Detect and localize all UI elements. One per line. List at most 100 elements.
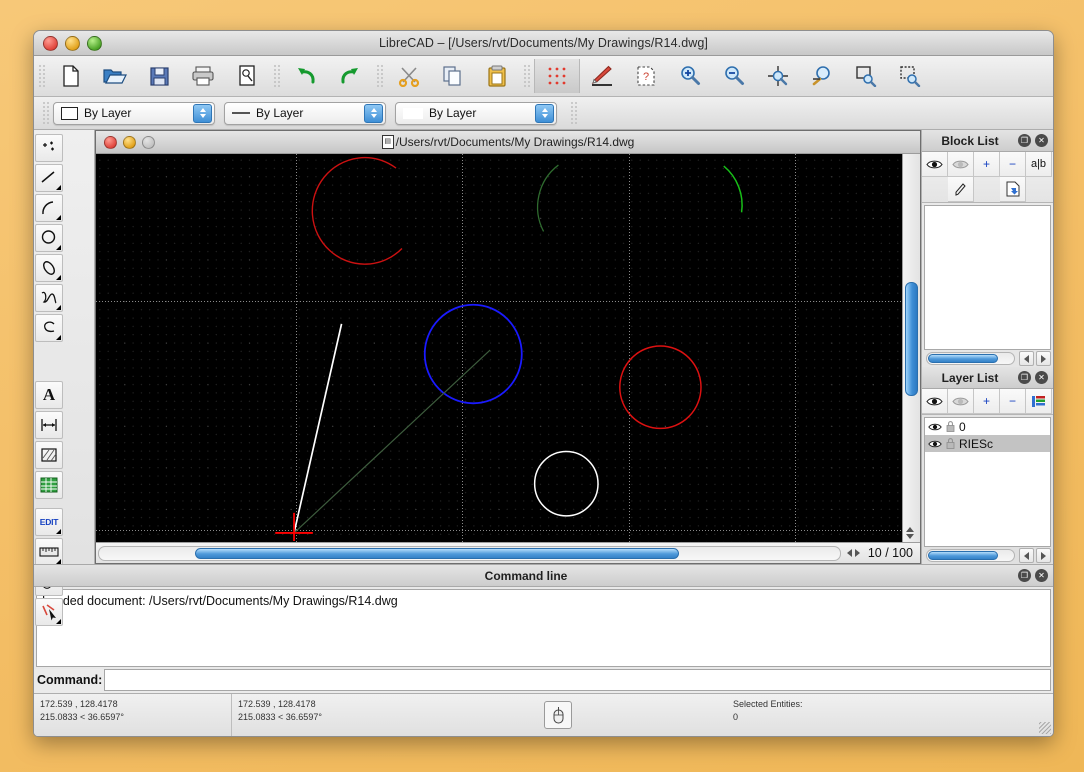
remove-layer-button[interactable]: − (1000, 389, 1026, 414)
layer-row-1[interactable]: RIESc (925, 435, 1050, 452)
hatch-tool-button[interactable] (35, 441, 63, 469)
layer-settings-button[interactable] (1026, 389, 1052, 414)
command-line-panel: Command line ❐ ✕ Loaded document: /Users… (34, 564, 1053, 693)
zoom-window-button[interactable] (844, 59, 888, 93)
line-type-combo[interactable]: By Layer (395, 101, 557, 125)
block-list-scroll-arrows[interactable] (1019, 351, 1051, 366)
edit-block-button[interactable] (948, 177, 974, 202)
canvas-horizontal-scrollbar[interactable]: 10 / 100 (96, 542, 920, 563)
undo-button[interactable] (284, 59, 328, 93)
add-layer-button[interactable]: + (974, 389, 1000, 414)
absolute-coordinates-cell: 172.539 , 128.4178 215.0833 < 36.6597° (34, 694, 231, 736)
vertical-scroll-thumb[interactable] (905, 282, 918, 396)
draw-pen-button[interactable] (580, 59, 624, 93)
layer-scroll-right[interactable] (1036, 548, 1051, 563)
white-circle (533, 450, 599, 517)
zoom-previous-button[interactable] (888, 59, 932, 93)
spline-tool-button[interactable] (35, 284, 63, 312)
save-file-button[interactable] (137, 59, 181, 93)
cut-button[interactable] (387, 59, 431, 93)
toolbar-grip-4[interactable] (522, 63, 531, 89)
layer-list-close-button[interactable]: ✕ (1035, 371, 1048, 384)
block-scroll-right[interactable] (1036, 351, 1051, 366)
open-file-button[interactable] (93, 59, 137, 93)
horizontal-scroll-arrows[interactable] (843, 549, 864, 557)
line-width-combo-arrows[interactable] (364, 103, 383, 123)
scroll-down-arrow[interactable] (906, 534, 914, 539)
vertical-scroll-arrows[interactable] (906, 525, 914, 541)
scroll-up-arrow[interactable] (906, 527, 914, 532)
command-line-close-button[interactable]: ✕ (1035, 569, 1048, 582)
line-width-combo[interactable]: By Layer (224, 101, 386, 125)
show-all-blocks-button[interactable] (922, 152, 948, 177)
zoom-auto-button[interactable] (756, 59, 800, 93)
arc-tool-button[interactable] (35, 194, 63, 222)
layer-list-scroll-arrows[interactable] (1019, 548, 1051, 563)
toggle-grid-button[interactable] (534, 59, 580, 93)
zoom-pan-button[interactable] (800, 59, 844, 93)
command-input[interactable] (104, 669, 1051, 691)
layer-color-combo[interactable]: By Layer (53, 101, 215, 125)
hide-all-layers-button[interactable] (948, 389, 974, 414)
show-all-layers-button[interactable] (922, 389, 948, 414)
insert-block-button[interactable] (1000, 177, 1026, 202)
layer-list-scroll-thumb[interactable] (927, 551, 998, 560)
resize-grip[interactable] (1039, 722, 1051, 734)
block-list-items[interactable] (924, 205, 1051, 350)
layer-color-combo-arrows[interactable] (193, 103, 212, 123)
table-tool-button[interactable] (35, 471, 63, 499)
point-tool-button[interactable] (35, 134, 63, 162)
layer-list-hscroll[interactable] (922, 547, 1053, 564)
layer-scroll-left[interactable] (1019, 548, 1034, 563)
paste-button[interactable] (475, 59, 519, 93)
block-list-scroll-track[interactable] (926, 352, 1015, 365)
scroll-right-arrow[interactable] (854, 549, 860, 557)
pick-tool-button[interactable] (35, 598, 63, 626)
toolbar-grip[interactable] (37, 63, 46, 89)
polyline-tool-button[interactable] (35, 314, 63, 342)
copy-button[interactable] (431, 59, 475, 93)
layer-list-scroll-track[interactable] (926, 549, 1015, 562)
toolbar-grip-2[interactable] (272, 63, 281, 89)
horizontal-scroll-track[interactable] (98, 545, 841, 561)
attrbar-grip[interactable] (41, 100, 50, 126)
submenu-indicator (56, 275, 61, 280)
selected-entities-count: 0 (733, 712, 739, 722)
modify-tool-button[interactable]: EDIT (35, 508, 63, 536)
drawing-canvas[interactable] (96, 154, 902, 542)
block-list-close-button[interactable]: ✕ (1035, 134, 1048, 147)
layer-list-float-button[interactable]: ❐ (1018, 371, 1031, 384)
block-list-float-button[interactable]: ❐ (1018, 134, 1031, 147)
remove-block-button[interactable]: − (1000, 152, 1026, 177)
circle-tool-button[interactable] (35, 224, 63, 252)
line-type-combo-arrows[interactable] (535, 103, 554, 123)
layer-row-0[interactable]: 0 (925, 418, 1050, 435)
print-preview-button[interactable] (225, 59, 269, 93)
rename-block-button[interactable]: a|b (1026, 152, 1052, 177)
print-button[interactable] (181, 59, 225, 93)
line-tool-button[interactable] (35, 164, 63, 192)
layer-list-items[interactable]: 0 RIESc (924, 417, 1051, 547)
block-list-hscroll[interactable] (922, 350, 1053, 367)
text-tool-button[interactable]: A (35, 381, 63, 409)
ellipse-tool-button[interactable] (35, 254, 63, 282)
horizontal-scroll-thumb[interactable] (195, 547, 679, 559)
block-scroll-left[interactable] (1019, 351, 1034, 366)
dimension-tool-button[interactable] (35, 411, 63, 439)
zoom-in-icon (681, 66, 700, 85)
color-bars-icon (1032, 395, 1045, 407)
measure-tool-button[interactable] (35, 538, 63, 566)
attrbar-grip-2[interactable] (569, 100, 578, 126)
canvas-vertical-scrollbar[interactable] (902, 154, 920, 542)
hide-all-blocks-button[interactable] (948, 152, 974, 177)
add-block-button[interactable]: + (974, 152, 1000, 177)
new-file-button[interactable] (49, 59, 93, 93)
zoom-out-button[interactable] (712, 59, 756, 93)
command-line-float-button[interactable]: ❐ (1018, 569, 1031, 582)
toolbar-grip-3[interactable] (375, 63, 384, 89)
scroll-left-arrow[interactable] (846, 549, 852, 557)
snap-options-button[interactable]: ? (624, 59, 668, 93)
zoom-in-button[interactable] (668, 59, 712, 93)
block-list-scroll-thumb[interactable] (927, 354, 998, 363)
redo-button[interactable] (328, 59, 372, 93)
